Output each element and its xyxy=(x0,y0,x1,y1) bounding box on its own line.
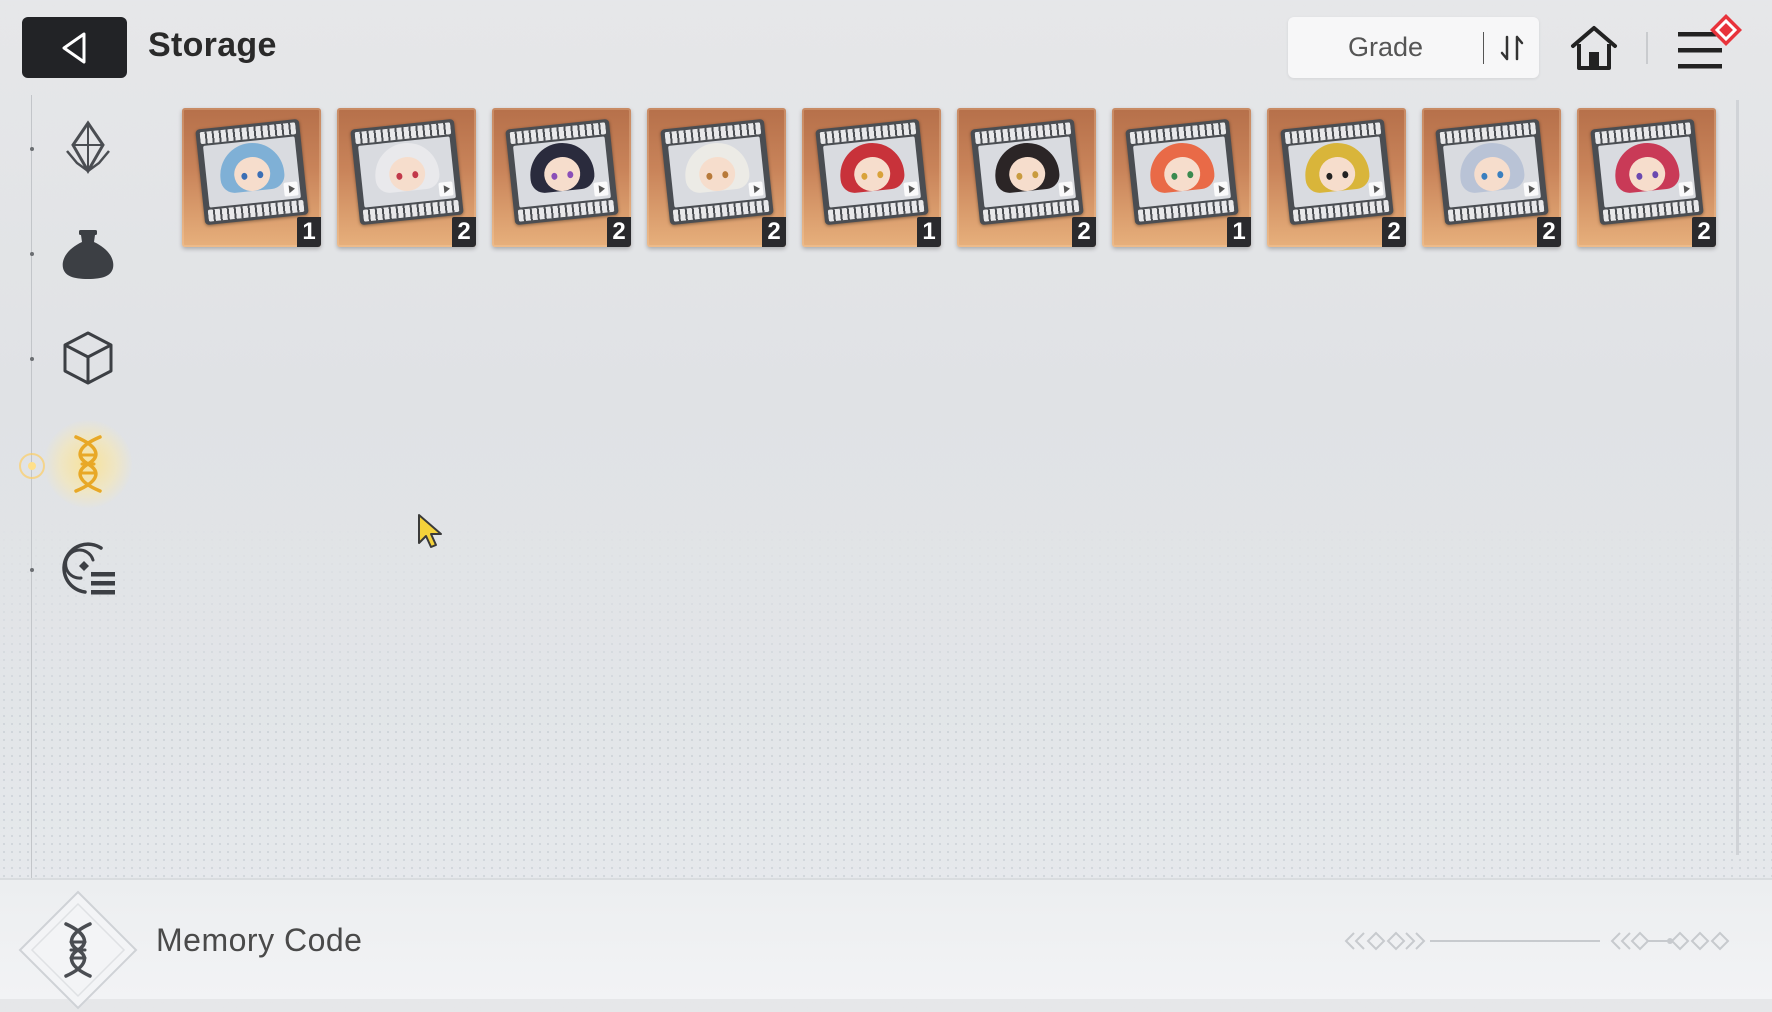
sort-control[interactable]: Grade xyxy=(1288,17,1539,78)
item-count: 2 xyxy=(452,217,476,247)
memory-code-item[interactable]: 2 xyxy=(1267,108,1406,247)
play-icon xyxy=(1058,181,1074,197)
film-frame-icon xyxy=(1280,118,1394,226)
pouch-icon xyxy=(62,230,114,279)
sort-order-toggle[interactable] xyxy=(1484,17,1539,78)
film-frame-icon xyxy=(350,118,464,226)
play-icon xyxy=(1678,181,1694,197)
character-portrait xyxy=(1133,136,1231,208)
memory-code-grid: 1 2 2 2 1 2 1 2 2 2 xyxy=(182,108,1716,247)
play-icon xyxy=(283,181,299,197)
play-icon xyxy=(593,181,609,197)
character-portrait xyxy=(358,136,456,208)
sort-order-icon xyxy=(1500,35,1523,60)
item-count: 1 xyxy=(1227,217,1251,247)
back-arrow-icon xyxy=(62,32,85,63)
sidebar-track-dot xyxy=(30,147,34,151)
film-frame-icon xyxy=(815,118,929,226)
home-icon xyxy=(1571,26,1617,70)
film-frame-icon xyxy=(1125,118,1239,226)
film-frame-icon xyxy=(660,118,774,226)
film-frame-icon xyxy=(1435,118,1549,226)
record-list-icon xyxy=(62,542,115,595)
character-portrait xyxy=(1443,136,1541,208)
film-frame-icon xyxy=(505,118,619,226)
sidebar-track-dot xyxy=(30,357,34,361)
item-count: 2 xyxy=(1692,217,1716,247)
back-button[interactable] xyxy=(22,17,127,78)
sidebar-item-pouch[interactable] xyxy=(52,217,124,289)
memory-code-item[interactable]: 2 xyxy=(1577,108,1716,247)
sidebar-item-crystal[interactable] xyxy=(52,112,124,184)
memory-code-item[interactable]: 2 xyxy=(492,108,631,247)
footer-title: Memory Code xyxy=(156,922,363,958)
background-dot-pattern xyxy=(0,520,1772,880)
play-icon xyxy=(748,181,764,197)
item-count: 1 xyxy=(297,217,321,247)
film-frame-icon xyxy=(195,118,309,226)
play-icon xyxy=(1213,181,1229,197)
sidebar-track xyxy=(31,95,32,880)
footer-decoration xyxy=(1344,931,1730,951)
cube-icon xyxy=(63,331,113,385)
film-frame-icon xyxy=(970,118,1084,226)
play-icon xyxy=(903,181,919,197)
item-count: 2 xyxy=(1382,217,1406,247)
play-icon xyxy=(438,181,454,197)
notification-badge-icon xyxy=(1710,14,1742,46)
page-title: Storage xyxy=(148,26,277,64)
footer-bar: Memory Code xyxy=(0,878,1772,1010)
dna-emblem-icon xyxy=(18,890,138,1010)
memory-code-item[interactable]: 1 xyxy=(802,108,941,247)
sort-grade-label[interactable]: Grade xyxy=(1288,32,1483,63)
memory-code-item[interactable]: 2 xyxy=(337,108,476,247)
play-icon xyxy=(1523,181,1539,197)
film-frame-icon xyxy=(1590,118,1704,226)
crystal-icon xyxy=(66,120,110,175)
dna-memory-icon xyxy=(74,435,102,493)
memory-code-item[interactable]: 2 xyxy=(1422,108,1561,247)
sidebar-item-cube[interactable] xyxy=(52,322,124,394)
sidebar-track-dot xyxy=(30,568,34,572)
character-portrait xyxy=(668,136,766,208)
character-portrait xyxy=(513,136,611,208)
item-count: 2 xyxy=(762,217,786,247)
play-icon xyxy=(1368,181,1384,197)
grid-scrollbar[interactable] xyxy=(1736,100,1739,855)
home-button[interactable] xyxy=(1566,20,1622,76)
sidebar-item-memory-code[interactable] xyxy=(44,420,132,508)
sidebar-track-dot xyxy=(30,252,34,256)
memory-code-item[interactable]: 2 xyxy=(957,108,1096,247)
mouse-cursor-icon xyxy=(418,514,442,548)
sidebar-item-records[interactable] xyxy=(52,533,124,605)
item-count: 2 xyxy=(1537,217,1561,247)
character-portrait xyxy=(1598,136,1696,208)
memory-code-item[interactable]: 1 xyxy=(1112,108,1251,247)
item-count: 2 xyxy=(1072,217,1096,247)
item-count: 2 xyxy=(607,217,631,247)
item-count: 1 xyxy=(917,217,941,247)
memory-code-item[interactable]: 1 xyxy=(182,108,321,247)
memory-code-item[interactable]: 2 xyxy=(647,108,786,247)
character-portrait xyxy=(203,136,301,208)
character-portrait xyxy=(1288,136,1386,208)
character-portrait xyxy=(823,136,921,208)
menu-button[interactable] xyxy=(1672,14,1742,78)
character-portrait xyxy=(978,136,1076,208)
sidebar-active-marker xyxy=(19,453,45,479)
topbar-divider xyxy=(1646,32,1648,64)
